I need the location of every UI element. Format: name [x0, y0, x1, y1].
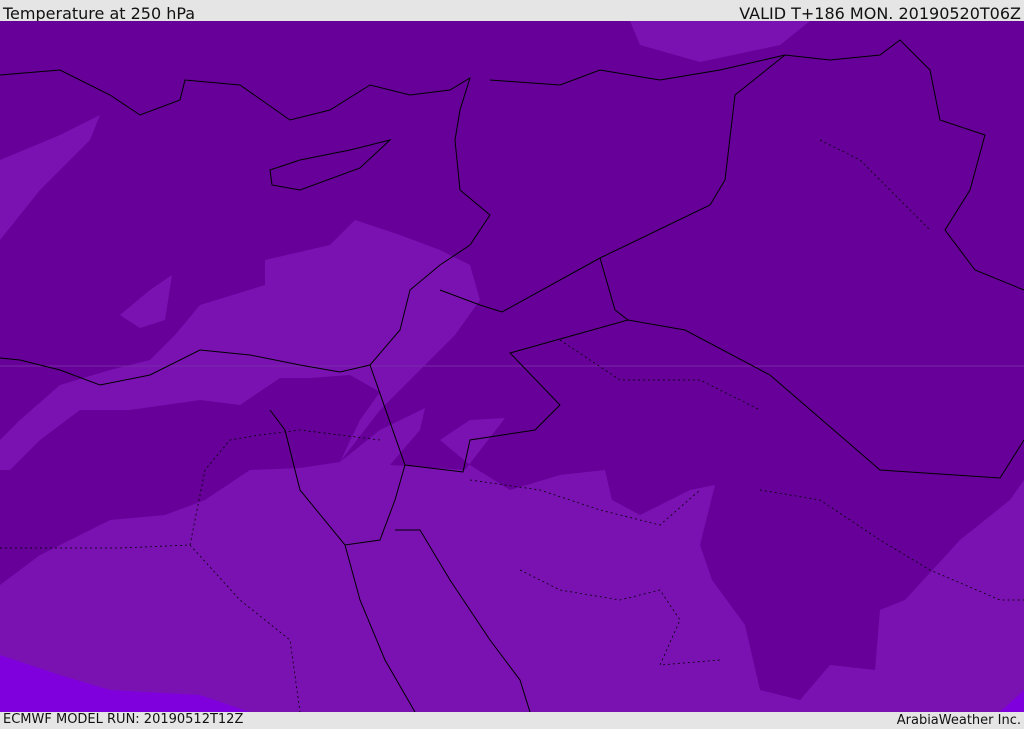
credit-label: ArabiaWeather Inc.: [896, 713, 1021, 728]
model-run-label: ECMWF MODEL RUN: 20190512T12Z: [3, 712, 244, 727]
temperature-map: [0, 21, 1024, 712]
header-bar: Temperature at 250 hPa VALID T+186 MON. …: [0, 0, 1024, 23]
footer-bar: ECMWF MODEL RUN: 20190512T12Z ArabiaWeat…: [0, 712, 1024, 729]
